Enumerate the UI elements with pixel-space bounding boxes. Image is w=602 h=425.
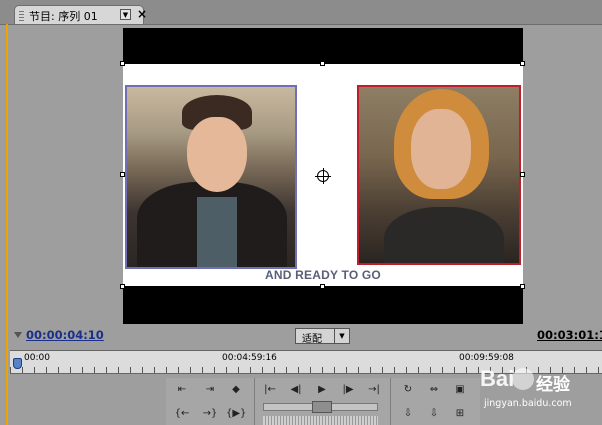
go-to-previous-edit-button[interactable]: {← — [172, 406, 192, 422]
panel-title-bar: 节目: 序列 01 ▼ × — [0, 0, 602, 25]
transport-controls: ⇤ ⇥ ◆ |← ◀| ▶ |▶ →| ↻ ⇔ ▣ {← →} {▶} ⇩ ⇩ … — [166, 378, 480, 425]
safe-margins-button[interactable]: ⇔ — [424, 382, 444, 398]
playhead-icon[interactable] — [13, 358, 22, 369]
video-caption: AND READY TO GO — [265, 268, 381, 282]
divider — [254, 378, 255, 425]
lift-button[interactable]: ⇩ — [398, 406, 418, 422]
duration-timecode[interactable]: 00:03:01:1 — [537, 328, 602, 342]
play-in-to-out-button[interactable]: {▶} — [226, 406, 246, 422]
transform-handle-tl[interactable] — [120, 61, 125, 66]
go-to-next-edit-button[interactable]: →} — [200, 406, 220, 422]
play-button[interactable]: ▶ — [312, 382, 332, 398]
expand-triangle-icon[interactable] — [14, 332, 22, 338]
right-photo-face — [411, 109, 471, 189]
go-to-out-point-button[interactable]: →| — [364, 382, 384, 398]
paw-icon — [512, 368, 534, 390]
divider — [390, 378, 391, 425]
grip-icon[interactable] — [19, 9, 24, 21]
ruler-label: 00:04:59:16 — [222, 353, 277, 363]
current-timecode[interactable]: 00:00:04:10 — [26, 328, 104, 342]
fit-dropdown[interactable]: 适配 ▼ — [295, 328, 350, 345]
transform-handle-bm[interactable] — [320, 284, 325, 289]
left-photo-shirt — [197, 197, 237, 267]
transform-handle-mr[interactable] — [520, 172, 525, 177]
step-forward-button[interactable]: |▶ — [338, 382, 358, 398]
output-button[interactable]: ▣ — [450, 382, 470, 398]
loop-button[interactable]: ↻ — [398, 382, 418, 398]
watermark-url: jingyan.baidu.com — [484, 398, 572, 409]
timecode-row: 00:00:04:10 适配 ▼ 00:03:01:1 — [0, 326, 602, 346]
go-to-in-point-button[interactable]: |← — [260, 382, 280, 398]
trim-button[interactable]: ⊞ — [450, 406, 470, 422]
close-icon[interactable]: × — [137, 7, 147, 21]
shuttle-wheel[interactable] — [263, 416, 378, 425]
watermark-logo: Bai — [480, 366, 515, 391]
transform-handle-ml[interactable] — [120, 172, 125, 177]
jog-slider[interactable] — [263, 401, 378, 413]
extract-button[interactable]: ⇩ — [424, 406, 444, 422]
ruler-label: 00:00 — [24, 353, 50, 363]
anchor-point-icon[interactable] — [315, 168, 331, 184]
tab-label: 节目: 序列 01 — [29, 10, 98, 23]
set-out-point-button[interactable]: ⇥ — [200, 382, 220, 398]
right-photo-body — [384, 207, 504, 263]
transform-handle-bl[interactable] — [120, 284, 125, 289]
left-photo-face — [187, 117, 247, 192]
watermark-cn: 经验 — [536, 375, 570, 395]
jog-knob[interactable] — [312, 401, 332, 413]
tab-program-monitor[interactable]: 节目: 序列 01 ▼ × — [14, 5, 147, 24]
transform-handle-tm[interactable] — [320, 61, 325, 66]
tab-dropdown-icon[interactable]: ▼ — [120, 9, 131, 20]
transform-handle-tr[interactable] — [520, 61, 525, 66]
transform-handle-br[interactable] — [520, 284, 525, 289]
watermark: Bai 经验 jingyan.baidu.com — [480, 360, 602, 420]
right-photo — [357, 85, 521, 265]
set-in-point-button[interactable]: ⇤ — [172, 382, 192, 398]
step-back-button[interactable]: ◀| — [286, 382, 306, 398]
fit-dropdown-label: 适配 — [302, 334, 322, 345]
set-marker-button[interactable]: ◆ — [226, 382, 246, 398]
left-photo — [125, 85, 297, 269]
chevron-down-icon[interactable]: ▼ — [334, 329, 349, 343]
